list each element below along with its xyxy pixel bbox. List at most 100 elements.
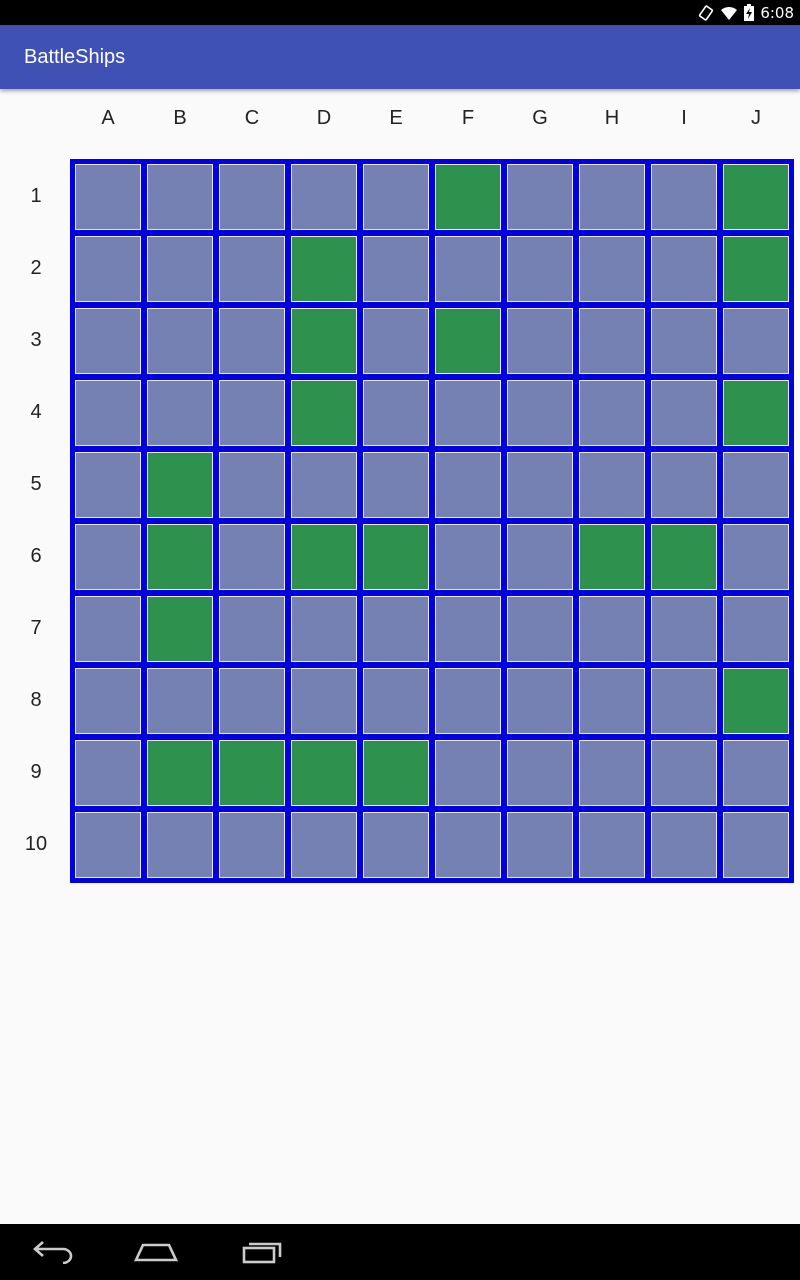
water-cell-g10[interactable] [504, 809, 576, 881]
water-cell-d1[interactable] [288, 161, 360, 233]
ship-cell-i6[interactable] [648, 521, 720, 593]
water-cell-a9[interactable] [72, 737, 144, 809]
water-cell-j9[interactable] [720, 737, 792, 809]
back-icon[interactable] [28, 1236, 76, 1268]
water-cell-h8[interactable] [576, 665, 648, 737]
water-cell-b8[interactable] [144, 665, 216, 737]
ship-cell-d6[interactable] [288, 521, 360, 593]
water-cell-j6[interactable] [720, 521, 792, 593]
water-cell-d10[interactable] [288, 809, 360, 881]
water-cell-j5[interactable] [720, 449, 792, 521]
water-cell-i2[interactable] [648, 233, 720, 305]
water-cell-g7[interactable] [504, 593, 576, 665]
water-cell-i3[interactable] [648, 305, 720, 377]
water-cell-b2[interactable] [144, 233, 216, 305]
water-cell-e3[interactable] [360, 305, 432, 377]
water-cell-i1[interactable] [648, 161, 720, 233]
water-cell-c8[interactable] [216, 665, 288, 737]
water-cell-a7[interactable] [72, 593, 144, 665]
water-cell-c6[interactable] [216, 521, 288, 593]
water-cell-h2[interactable] [576, 233, 648, 305]
water-cell-h9[interactable] [576, 737, 648, 809]
ship-cell-j8[interactable] [720, 665, 792, 737]
water-cell-c1[interactable] [216, 161, 288, 233]
water-cell-d8[interactable] [288, 665, 360, 737]
water-cell-b10[interactable] [144, 809, 216, 881]
water-cell-d5[interactable] [288, 449, 360, 521]
water-cell-i10[interactable] [648, 809, 720, 881]
ship-cell-d9[interactable] [288, 737, 360, 809]
water-cell-c4[interactable] [216, 377, 288, 449]
ship-cell-b5[interactable] [144, 449, 216, 521]
ship-cell-d3[interactable] [288, 305, 360, 377]
water-cell-a8[interactable] [72, 665, 144, 737]
ship-cell-d2[interactable] [288, 233, 360, 305]
water-cell-f4[interactable] [432, 377, 504, 449]
water-cell-j10[interactable] [720, 809, 792, 881]
water-cell-i8[interactable] [648, 665, 720, 737]
water-cell-j3[interactable] [720, 305, 792, 377]
water-cell-c10[interactable] [216, 809, 288, 881]
water-cell-f5[interactable] [432, 449, 504, 521]
ship-cell-b7[interactable] [144, 593, 216, 665]
ship-cell-e9[interactable] [360, 737, 432, 809]
water-cell-a4[interactable] [72, 377, 144, 449]
water-cell-a10[interactable] [72, 809, 144, 881]
water-cell-d7[interactable] [288, 593, 360, 665]
water-cell-g3[interactable] [504, 305, 576, 377]
water-cell-b1[interactable] [144, 161, 216, 233]
water-cell-e1[interactable] [360, 161, 432, 233]
water-cell-a3[interactable] [72, 305, 144, 377]
water-cell-c2[interactable] [216, 233, 288, 305]
water-cell-h7[interactable] [576, 593, 648, 665]
water-cell-e7[interactable] [360, 593, 432, 665]
water-cell-a1[interactable] [72, 161, 144, 233]
water-cell-g2[interactable] [504, 233, 576, 305]
water-cell-c7[interactable] [216, 593, 288, 665]
water-cell-a6[interactable] [72, 521, 144, 593]
water-cell-b3[interactable] [144, 305, 216, 377]
water-cell-f9[interactable] [432, 737, 504, 809]
water-cell-i5[interactable] [648, 449, 720, 521]
ship-cell-f3[interactable] [432, 305, 504, 377]
water-cell-f7[interactable] [432, 593, 504, 665]
water-cell-j7[interactable] [720, 593, 792, 665]
ship-cell-c9[interactable] [216, 737, 288, 809]
home-icon[interactable] [132, 1236, 180, 1268]
water-cell-a2[interactable] [72, 233, 144, 305]
ship-cell-d4[interactable] [288, 377, 360, 449]
water-cell-i9[interactable] [648, 737, 720, 809]
ship-cell-h6[interactable] [576, 521, 648, 593]
ship-cell-f1[interactable] [432, 161, 504, 233]
water-cell-h3[interactable] [576, 305, 648, 377]
water-cell-f6[interactable] [432, 521, 504, 593]
water-cell-h5[interactable] [576, 449, 648, 521]
water-cell-g8[interactable] [504, 665, 576, 737]
water-cell-e2[interactable] [360, 233, 432, 305]
water-cell-g9[interactable] [504, 737, 576, 809]
water-cell-i4[interactable] [648, 377, 720, 449]
water-cell-g5[interactable] [504, 449, 576, 521]
ship-cell-e6[interactable] [360, 521, 432, 593]
recents-icon[interactable] [238, 1236, 286, 1268]
ship-cell-j4[interactable] [720, 377, 792, 449]
water-cell-f8[interactable] [432, 665, 504, 737]
ship-cell-b9[interactable] [144, 737, 216, 809]
water-cell-c5[interactable] [216, 449, 288, 521]
water-cell-g6[interactable] [504, 521, 576, 593]
water-cell-c3[interactable] [216, 305, 288, 377]
water-cell-f2[interactable] [432, 233, 504, 305]
ship-cell-j2[interactable] [720, 233, 792, 305]
water-cell-h10[interactable] [576, 809, 648, 881]
water-cell-h1[interactable] [576, 161, 648, 233]
water-cell-e4[interactable] [360, 377, 432, 449]
water-cell-h4[interactable] [576, 377, 648, 449]
water-cell-g1[interactable] [504, 161, 576, 233]
water-cell-b4[interactable] [144, 377, 216, 449]
water-cell-e5[interactable] [360, 449, 432, 521]
water-cell-a5[interactable] [72, 449, 144, 521]
ship-cell-b6[interactable] [144, 521, 216, 593]
ship-cell-j1[interactable] [720, 161, 792, 233]
water-cell-i7[interactable] [648, 593, 720, 665]
water-cell-e8[interactable] [360, 665, 432, 737]
